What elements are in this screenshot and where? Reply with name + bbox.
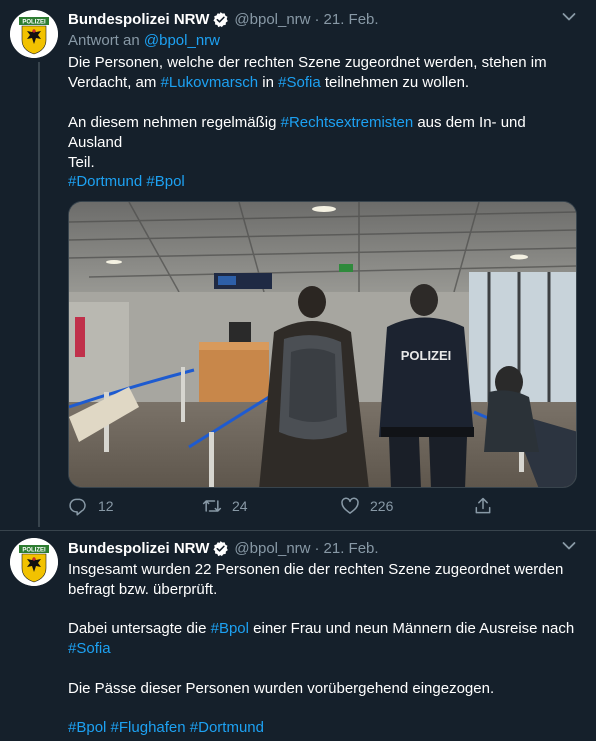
hashtag-link[interactable]: #Dortmund <box>68 173 142 190</box>
tweet-text: Dabei untersagte die #Bpol einer Frau un… <box>68 619 578 659</box>
bundespolizei-logo-icon: POLIZEI <box>10 538 58 586</box>
police-vest-label: POLIZEI <box>401 348 452 363</box>
text-segment: in <box>258 74 279 91</box>
tweet-header: Bundespolizei NRW @bpol_nrw · 21. Feb. <box>68 538 379 558</box>
chevron-down-icon[interactable] <box>562 12 576 22</box>
text-line: Verdacht, am #Lukovmarsch in #Sofia teil… <box>68 73 578 93</box>
tweet-text: Insgesamt wurden 22 Personen die der rec… <box>68 560 578 600</box>
verified-badge-icon <box>213 540 229 556</box>
chevron-down-icon[interactable] <box>562 541 576 551</box>
text-line: Dabei untersagte die #Bpol einer Frau un… <box>68 619 578 639</box>
like-button[interactable]: 226 <box>340 496 393 516</box>
author-handle[interactable]: @bpol_nrw <box>234 11 310 28</box>
hashtag-link[interactable]: #Lukovmarsch <box>161 74 259 91</box>
text-line: Insgesamt wurden 22 Personen die der rec… <box>68 561 564 578</box>
text-line: An diesem nehmen regelmäßig #Rechtsextre… <box>68 113 578 153</box>
text-line: befragt bzw. überprüft. <box>68 581 218 598</box>
reply-prefix: Antwort an <box>68 32 140 49</box>
tweet-header: Bundespolizei NRW @bpol_nrw · 21. Feb. <box>68 9 379 29</box>
tweet-date[interactable]: 21. Feb. <box>324 540 379 557</box>
author-name[interactable]: Bundespolizei NRW <box>68 540 209 557</box>
text-line: Teil. <box>68 154 95 171</box>
tweet-text: An diesem nehmen regelmäßig #Rechtsextre… <box>68 113 578 173</box>
replying-to: Antwort an @bpol_nrw <box>68 32 220 49</box>
separator-dot: · <box>314 10 320 28</box>
retweet-button[interactable]: 24 <box>202 496 248 516</box>
text-line: #Sofia <box>68 639 578 659</box>
share-button[interactable] <box>473 496 503 516</box>
tweet-hashtags: #Bpol #Flughafen #Dortmund <box>68 718 578 738</box>
separator-dot: · <box>314 539 320 557</box>
verified-badge-icon <box>213 11 229 27</box>
svg-text:POLIZEI: POLIZEI <box>22 20 46 26</box>
hashtag-link[interactable]: #Bpol <box>68 719 106 736</box>
text-segment: An diesem nehmen regelmäßig <box>68 114 281 131</box>
like-count: 226 <box>370 498 394 514</box>
tweet-photo[interactable]: POLIZEI <box>68 201 577 488</box>
avatar[interactable]: POLIZEI <box>10 10 58 58</box>
text-line: Die Pässe dieser Personen wurden vorüber… <box>68 680 495 697</box>
tweet-actions: 12 24 226 <box>68 496 498 520</box>
tweet-date[interactable]: 21. Feb. <box>324 11 379 28</box>
airport-photo: POLIZEI <box>69 202 576 487</box>
reply-count: 12 <box>98 498 114 514</box>
retweet-count: 24 <box>232 498 248 514</box>
avatar[interactable]: POLIZEI <box>10 538 58 586</box>
bundespolizei-logo-icon: POLIZEI <box>10 10 58 58</box>
hashtag-link[interactable]: #Sofia <box>278 74 321 91</box>
like-icon <box>341 497 359 514</box>
text-segment: einer Frau und neun Männern die Ausreise… <box>248 620 575 637</box>
text-segment: Verdacht, am <box>68 74 161 91</box>
reply-handle-link[interactable]: @bpol_nrw <box>144 32 220 49</box>
hashtag-link[interactable]: #Flughafen <box>111 719 186 736</box>
text-segment: teilnehmen zu wollen. <box>320 74 470 91</box>
tweet[interactable]: POLIZEI Bundespolizei NRW @bpol_nrw · 21… <box>0 0 596 531</box>
author-name[interactable]: Bundespolizei NRW <box>68 11 209 28</box>
share-icon <box>475 497 491 514</box>
author-handle[interactable]: @bpol_nrw <box>234 540 310 557</box>
hashtag-link[interactable]: #Bpol <box>146 173 184 190</box>
svg-text:POLIZEI: POLIZEI <box>22 548 46 554</box>
tweet[interactable]: POLIZEI Bundespolizei NRW @bpol_nrw · 21… <box>0 531 596 741</box>
tweet-hashtags: #Dortmund #Bpol <box>68 172 578 192</box>
hashtag-link[interactable]: #Sofia <box>68 640 111 657</box>
text-line: Die Personen, welche der rechten Szene z… <box>68 54 547 71</box>
hashtag-link[interactable]: #Rechtsextremisten <box>281 114 414 131</box>
retweet-icon <box>202 500 222 512</box>
hashtag-link[interactable]: #Bpol <box>211 620 249 637</box>
tweet-text: Die Personen, welche der rechten Szene z… <box>68 53 578 93</box>
tweet-text: Die Pässe dieser Personen wurden vorüber… <box>68 679 578 699</box>
reply-button[interactable]: 12 <box>68 496 114 516</box>
text-segment: Dabei untersagte die <box>68 620 211 637</box>
reply-icon <box>69 498 86 516</box>
hashtag-link[interactable]: #Dortmund <box>190 719 264 736</box>
